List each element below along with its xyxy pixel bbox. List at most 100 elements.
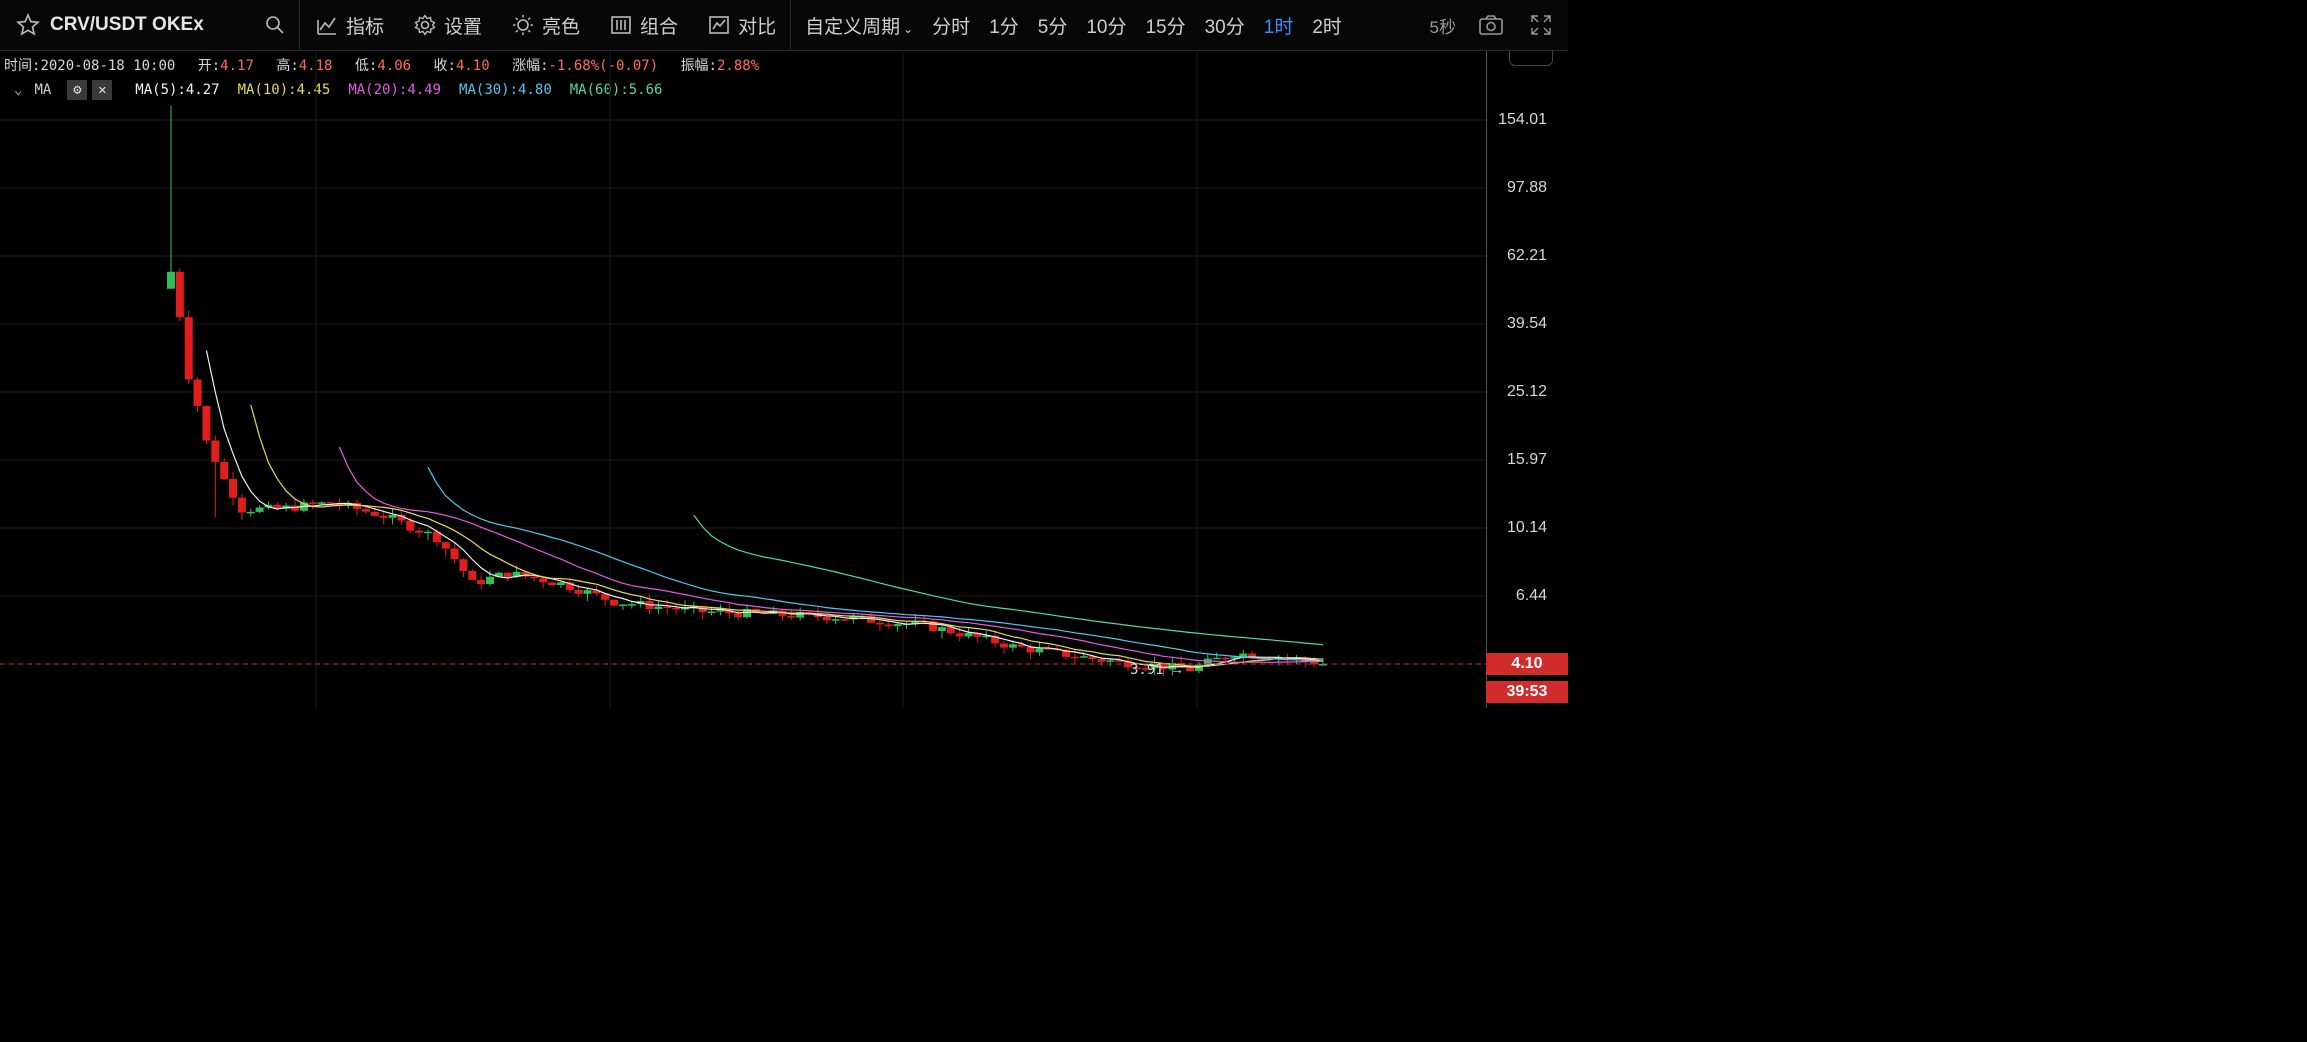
- candle-down: [441, 542, 450, 549]
- layout-button[interactable]: 组合: [610, 0, 678, 50]
- candle-down: [459, 559, 468, 571]
- candle-up: [423, 531, 432, 534]
- ma10-line: [250, 404, 1324, 668]
- axis-tick: 15.97: [1506, 451, 1547, 468]
- settings-label: 设置: [444, 16, 483, 38]
- toolbar: CRV/USDT OKEx 指标 设置 亮色 组合 对比 自定义周期 ⌄ 分时 1…: [0, 0, 1568, 51]
- candle-up: [654, 606, 663, 610]
- candlestick-chart[interactable]: 3.91 →: [0, 51, 1486, 708]
- search-icon[interactable]: [265, 15, 285, 35]
- compare-button[interactable]: 对比: [708, 0, 776, 50]
- indicator-button[interactable]: 指标: [316, 0, 384, 50]
- candle-up: [1035, 648, 1044, 653]
- candle-up: [627, 604, 636, 606]
- candle-up: [707, 611, 716, 614]
- axis-tick: 10.14: [1506, 519, 1547, 536]
- period-10m[interactable]: 10分: [1086, 12, 1126, 39]
- candle-down: [999, 643, 1008, 648]
- axis-collapse-button[interactable]: [1509, 51, 1553, 66]
- period-30m[interactable]: 30分: [1205, 12, 1245, 39]
- candle-up: [1106, 660, 1115, 662]
- candle-down: [379, 515, 388, 518]
- price-axis[interactable]: 154.01 97.88 62.21 39.54 25.12 15.97 10.…: [1486, 51, 1569, 708]
- fullscreen-icon[interactable]: [1530, 14, 1552, 36]
- custom-period-dropdown[interactable]: 自定义周期 ⌄: [805, 12, 913, 39]
- period-15m[interactable]: 15分: [1145, 12, 1185, 39]
- candle-down: [503, 572, 512, 577]
- candle-down: [477, 579, 486, 584]
- candle-down: [574, 589, 583, 594]
- candle-down: [734, 613, 743, 618]
- candle-up: [388, 515, 397, 518]
- period-1m[interactable]: 1分: [989, 12, 1019, 39]
- axis-tick: 39.54: [1506, 315, 1547, 332]
- ma20-line: [338, 446, 1324, 663]
- candle-down: [672, 607, 681, 610]
- period-5m[interactable]: 5分: [1038, 12, 1068, 39]
- candle-down: [663, 606, 672, 609]
- candle-up: [246, 511, 255, 514]
- camera-icon[interactable]: [1478, 14, 1504, 36]
- layout-icon: [611, 16, 631, 34]
- settings-button[interactable]: 设置: [414, 0, 482, 50]
- symbol-section: CRV/USDT OKEx: [0, 0, 300, 50]
- ma-lines-layer: [205, 350, 1324, 669]
- low-marker-arrow-icon: →: [1170, 661, 1184, 677]
- candle-up: [1079, 656, 1088, 658]
- symbol-name[interactable]: CRV/USDT OKEx: [50, 14, 204, 36]
- candle-up: [893, 624, 902, 627]
- period-2h[interactable]: 2时: [1312, 12, 1342, 39]
- period-fenshi[interactable]: 分时: [932, 12, 970, 39]
- candle-down: [884, 624, 893, 627]
- candle-down: [370, 511, 379, 516]
- candle-down: [840, 619, 849, 621]
- indicator-icon: [317, 17, 336, 35]
- candle-down: [1221, 657, 1230, 660]
- current-price-tag: 4.10: [1486, 653, 1568, 675]
- candle-up: [831, 619, 840, 621]
- candle-down: [610, 599, 619, 606]
- low-marker-label: 3.91: [1130, 662, 1164, 678]
- period-1h[interactable]: 1时: [1264, 12, 1294, 39]
- period-selector: 自定义周期 ⌄ 分时 1分 5分 10分 15分 30分 1时 2时: [791, 0, 1361, 50]
- layout-label: 组合: [640, 16, 679, 38]
- candle-down: [787, 615, 796, 618]
- candle-down: [539, 578, 548, 583]
- candle-down: [308, 502, 317, 504]
- candle-up: [618, 604, 627, 606]
- candle-down: [1186, 667, 1195, 672]
- axis-tick: 6.44: [1515, 587, 1547, 604]
- countdown-tag: 39:53: [1486, 681, 1568, 703]
- candle-down: [450, 548, 459, 560]
- candle-down: [955, 633, 964, 637]
- candle-down: [220, 461, 229, 480]
- candle-up: [1212, 657, 1221, 660]
- candle-down: [175, 271, 184, 318]
- toolbar-right: 5秒: [1430, 0, 1568, 50]
- candle-down: [406, 520, 415, 531]
- candle-up: [964, 632, 973, 637]
- gear-icon: [414, 14, 436, 36]
- candle-down: [1097, 659, 1106, 662]
- indicator-label: 指标: [346, 16, 385, 38]
- candle-down: [548, 582, 557, 586]
- candle-up: [583, 590, 592, 594]
- compare-label: 对比: [738, 16, 777, 38]
- custom-period-label: 自定义周期: [805, 16, 901, 38]
- theme-label: 亮色: [542, 16, 581, 38]
- compare-icon: [709, 16, 729, 34]
- refresh-interval[interactable]: 5秒: [1430, 13, 1456, 38]
- star-icon[interactable]: [16, 13, 40, 37]
- candle-up: [167, 271, 175, 289]
- axis-tick: 154.01: [1498, 111, 1547, 128]
- candle-down: [193, 379, 202, 406]
- axis-tick: 25.12: [1506, 383, 1547, 400]
- candle-up: [556, 582, 565, 586]
- candle-down: [211, 440, 220, 462]
- theme-button[interactable]: 亮色: [512, 0, 580, 50]
- candle-down: [530, 576, 539, 579]
- axis-tick: 97.88: [1506, 179, 1547, 196]
- candle-up: [317, 502, 326, 504]
- candle-down: [237, 497, 246, 513]
- candle-up: [255, 507, 264, 512]
